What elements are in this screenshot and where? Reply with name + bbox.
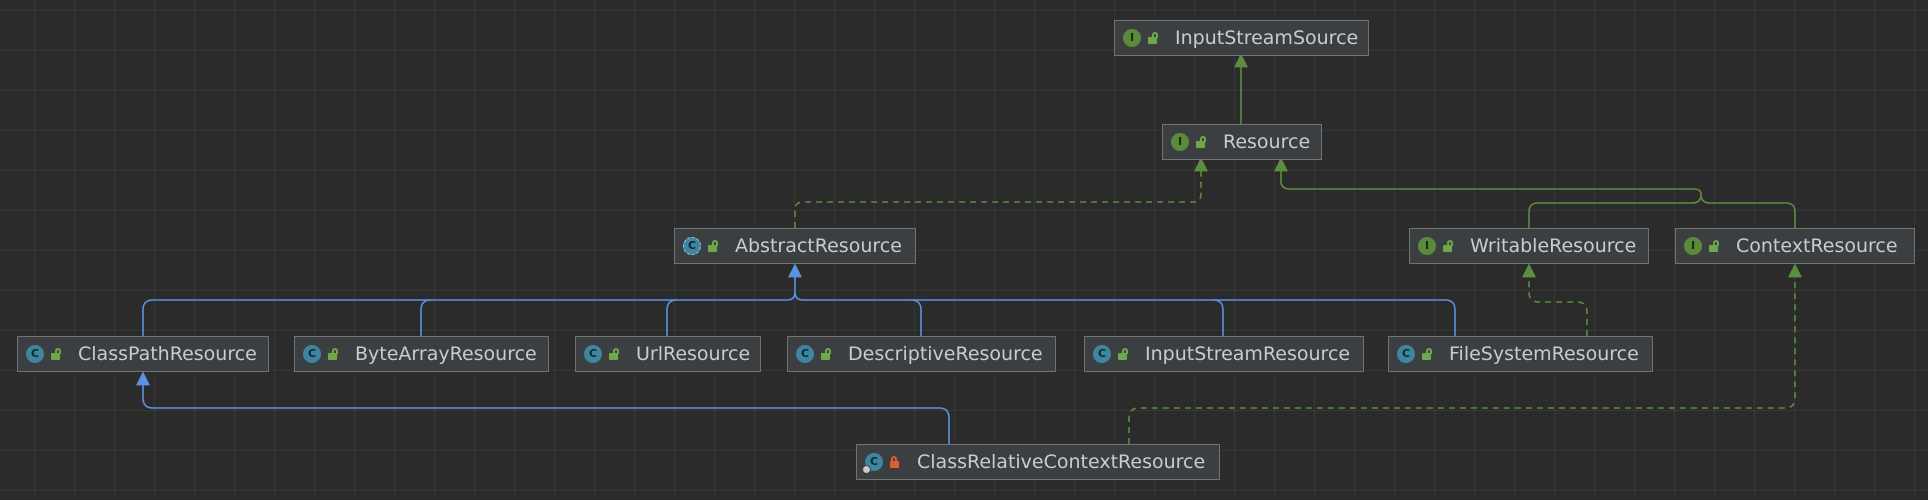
class-icon: C — [1397, 345, 1415, 363]
public-lock-icon — [1708, 239, 1720, 253]
node-label: InputStreamResource — [1145, 343, 1351, 365]
public-lock-icon — [327, 347, 339, 361]
node-label: ByteArrayResource — [355, 343, 537, 365]
edge-abstractresource-resource — [794, 157, 1208, 228]
private-lock-icon — [889, 455, 901, 469]
public-lock-icon — [707, 239, 719, 253]
node-label: WritableResource — [1470, 235, 1637, 257]
node-label: Resource — [1223, 131, 1311, 153]
public-lock-icon — [50, 347, 62, 361]
edge-classpathresource-abstractresource — [142, 263, 802, 336]
edge-writableresource-resource — [1274, 157, 1702, 228]
node-urlresource[interactable]: C UrlResource — [575, 336, 761, 372]
edge-filesystemresource-abstractresource — [1213, 299, 1456, 336]
node-filesystemresource[interactable]: C FileSystemResource — [1388, 336, 1653, 372]
node-label: InputStreamSource — [1175, 27, 1359, 49]
node-label: DescriptiveResource — [848, 343, 1043, 365]
public-lock-icon — [1421, 347, 1433, 361]
edge-urlresource-abstractresource — [666, 299, 678, 336]
node-label: FileSystemResource — [1449, 343, 1639, 365]
public-lock-icon — [1117, 347, 1129, 361]
interface-icon: I — [1684, 237, 1702, 255]
node-classpathresource[interactable]: C ClassPathResource — [17, 336, 269, 372]
node-label: AbstractResource — [735, 235, 902, 257]
node-label: ContextResource — [1736, 235, 1898, 257]
class-icon: C — [303, 345, 321, 363]
diagram-canvas[interactable]: I InputStreamSource I Resource C Abstrac… — [0, 0, 1928, 500]
edge-inputstreamresource-abstractresource — [911, 299, 1224, 336]
interface-icon: I — [1418, 237, 1436, 255]
node-label: ClassRelativeContextResource — [917, 451, 1206, 473]
interface-icon: I — [1171, 133, 1189, 151]
node-descriptiveresource[interactable]: C DescriptiveResource — [787, 336, 1056, 372]
node-label: ClassPathResource — [78, 343, 257, 365]
node-resource[interactable]: I Resource — [1162, 124, 1322, 160]
public-lock-icon — [608, 347, 620, 361]
node-inputstreamsource[interactable]: I InputStreamSource — [1114, 20, 1369, 56]
public-lock-icon — [820, 347, 832, 361]
edge-contextresource-resource — [1700, 195, 1796, 228]
class-icon: C — [584, 345, 602, 363]
interface-icon: I — [1123, 29, 1141, 47]
edge-bytearrayresource-abstractresource — [420, 299, 432, 336]
class-icon: C — [26, 345, 44, 363]
edge-classrelativecontextresource-classpathresource — [136, 371, 950, 444]
inner-class-icon: C — [862, 453, 883, 474]
class-icon: C — [1093, 345, 1111, 363]
edge-descriptiveresource-abstractresource — [794, 291, 922, 336]
node-bytearrayresource[interactable]: C ByteArrayResource — [294, 336, 549, 372]
edge-filesystemresource-writableresource — [1522, 263, 1588, 336]
public-lock-icon — [1147, 31, 1159, 45]
public-lock-icon — [1195, 135, 1207, 149]
public-lock-icon — [1442, 239, 1454, 253]
node-inputstreamresource[interactable]: C InputStreamResource — [1084, 336, 1364, 372]
class-icon: C — [796, 345, 814, 363]
abstract-class-icon: C — [683, 237, 701, 255]
node-contextresource[interactable]: I ContextResource — [1675, 228, 1915, 264]
node-writableresource[interactable]: I WritableResource — [1409, 228, 1649, 264]
node-label: UrlResource — [636, 343, 751, 365]
node-classrelativecontextresource[interactable]: C ClassRelativeContextResource — [856, 444, 1220, 480]
node-abstractresource[interactable]: C AbstractResource — [674, 228, 916, 264]
